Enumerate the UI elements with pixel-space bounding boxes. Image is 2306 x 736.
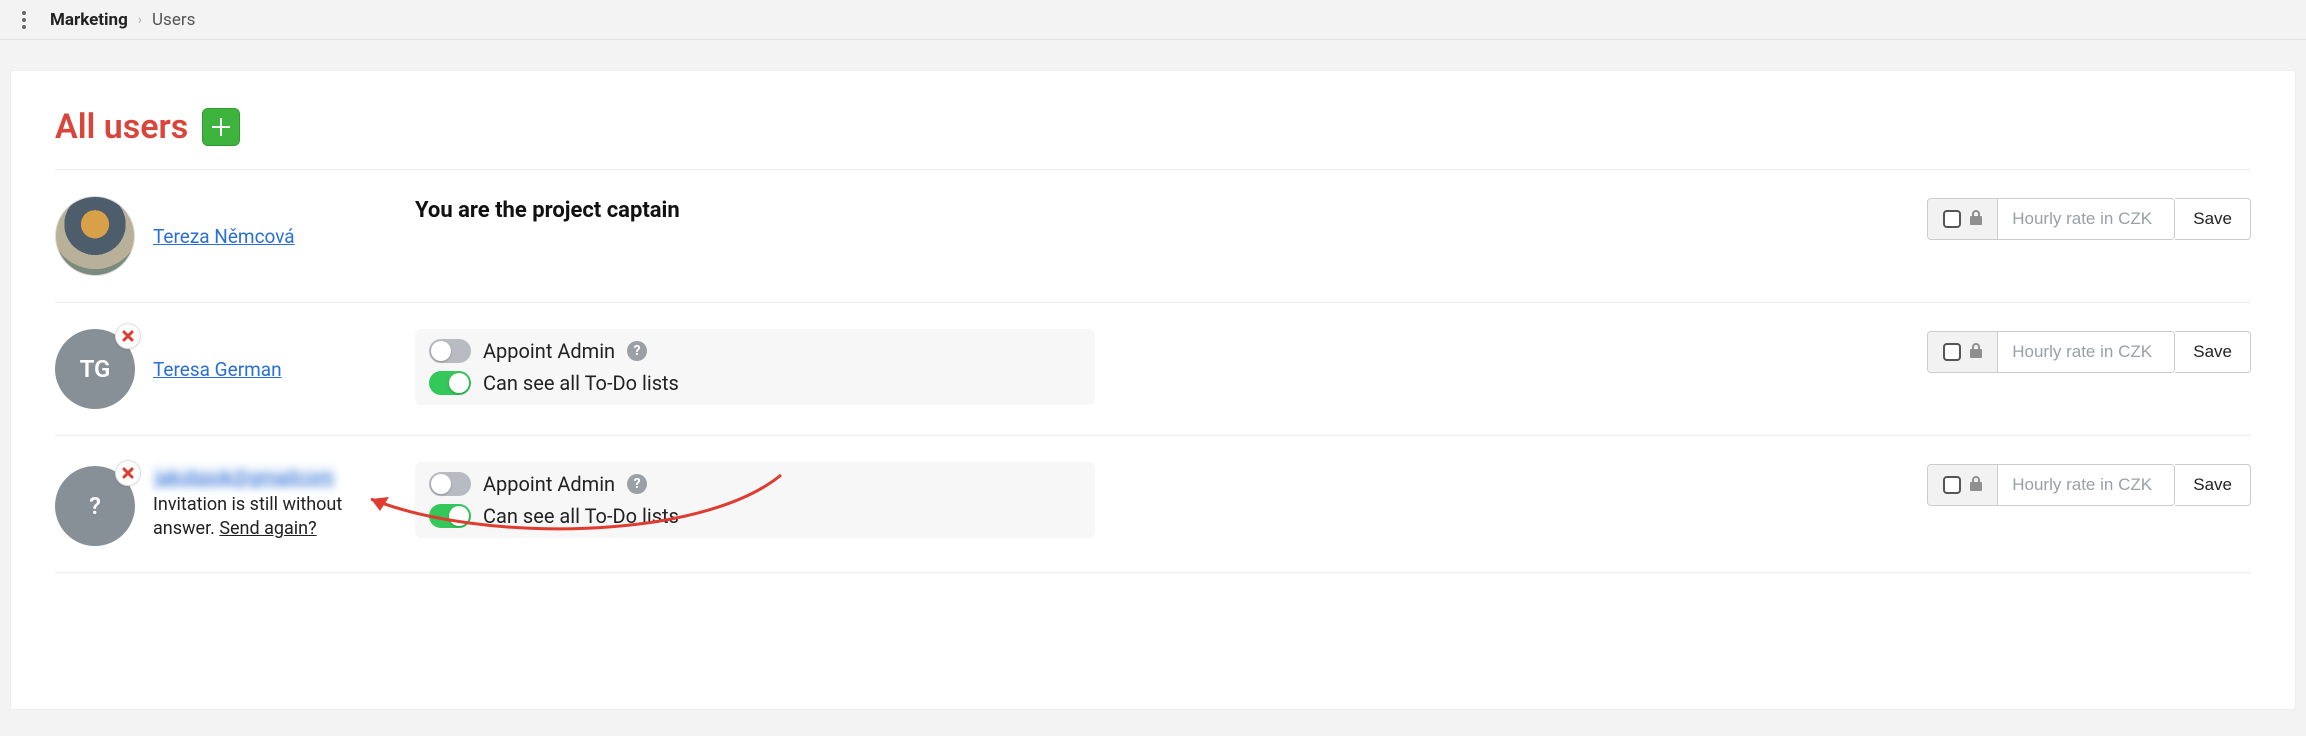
- see-todo-label: Can see all To-Do lists: [483, 371, 679, 395]
- rate-column: Save: [1927, 462, 2251, 506]
- user-identity: Tereza Němcová: [55, 196, 415, 276]
- close-icon: [121, 466, 135, 480]
- help-icon[interactable]: ?: [627, 474, 647, 494]
- see-todo-toggle[interactable]: [429, 504, 471, 528]
- lock-icon: [1969, 342, 1983, 362]
- lock-icon: [1969, 475, 1983, 495]
- rate-control-group: [1927, 331, 2175, 373]
- avatar-wrap: [55, 196, 135, 276]
- avatar-wrap: ?: [55, 466, 135, 546]
- see-todo-label: Can see all To-Do lists: [483, 504, 679, 528]
- breadcrumb-root[interactable]: Marketing: [50, 10, 128, 30]
- rate-lock-checkbox[interactable]: [1943, 210, 1961, 228]
- see-todo-toggle[interactable]: [429, 371, 471, 395]
- close-icon: [121, 329, 135, 343]
- roles-box: Appoint Admin ? Can see all To-Do lists: [415, 462, 1095, 538]
- user-name-link[interactable]: jakobpok@gmailcom: [153, 466, 336, 489]
- appoint-admin-toggle[interactable]: [429, 339, 471, 363]
- user-name-link[interactable]: Teresa German: [153, 358, 282, 381]
- rate-column: Save: [1927, 329, 2251, 373]
- page-title: All users: [55, 107, 188, 147]
- hourly-rate-input[interactable]: [1998, 465, 2174, 505]
- save-button[interactable]: Save: [2175, 464, 2251, 506]
- user-row: ? jakobpok@gmailcom Invitation is still …: [55, 436, 2251, 573]
- rate-control-group: [1927, 198, 2175, 240]
- top-bar: Marketing › Users: [0, 0, 2306, 40]
- breadcrumb-separator: ›: [138, 12, 142, 28]
- resend-invite-link[interactable]: Send again?: [219, 518, 316, 539]
- rate-lock-checkbox[interactable]: [1943, 476, 1961, 494]
- captain-label: You are the project captain: [415, 196, 1095, 223]
- user-row: Tereza Němcová You are the project capta…: [55, 170, 2251, 303]
- hourly-rate-input[interactable]: [1998, 332, 2174, 372]
- help-icon[interactable]: ?: [627, 341, 647, 361]
- lock-icon: [1969, 209, 1983, 229]
- page-header: All users: [55, 107, 2251, 170]
- rate-lock-checkbox[interactable]: [1943, 343, 1961, 361]
- breadcrumb-leaf: Users: [152, 10, 195, 30]
- user-name-link[interactable]: Tereza Němcová: [153, 225, 295, 248]
- role-column: You are the project captain: [415, 196, 1095, 223]
- main-card: All users Tereza Němcová You are the pro…: [10, 70, 2296, 710]
- rate-column: Save: [1927, 196, 2251, 240]
- user-identity: TG Teresa German: [55, 329, 415, 409]
- role-column: Appoint Admin ? Can see all To-Do lists: [415, 329, 1095, 405]
- hourly-rate-input[interactable]: [1998, 199, 2174, 239]
- plus-icon: [212, 118, 230, 136]
- save-button[interactable]: Save: [2175, 198, 2251, 240]
- add-user-button[interactable]: [202, 108, 240, 146]
- invite-status-text: Invitation is still without answer. Send…: [153, 493, 403, 542]
- appoint-admin-label: Appoint Admin: [483, 472, 615, 496]
- user-identity: ? jakobpok@gmailcom Invitation is still …: [55, 462, 415, 546]
- remove-user-button[interactable]: [115, 460, 141, 486]
- user-row: TG Teresa German Appoint Admin ? Can see…: [55, 303, 2251, 436]
- rate-control-group: [1927, 464, 2175, 506]
- role-column: Appoint Admin ? Can see all To-Do lists: [415, 462, 1095, 538]
- appoint-admin-toggle[interactable]: [429, 472, 471, 496]
- roles-box: Appoint Admin ? Can see all To-Do lists: [415, 329, 1095, 405]
- menu-dots-button[interactable]: [14, 6, 34, 34]
- appoint-admin-label: Appoint Admin: [483, 339, 615, 363]
- avatar-wrap: TG: [55, 329, 135, 409]
- avatar: [55, 196, 135, 276]
- save-button[interactable]: Save: [2175, 331, 2251, 373]
- remove-user-button[interactable]: [115, 323, 141, 349]
